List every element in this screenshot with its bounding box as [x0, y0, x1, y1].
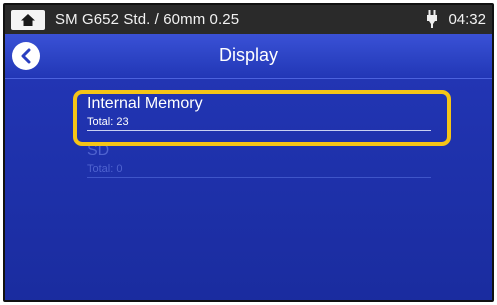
selection-highlight	[73, 90, 451, 146]
home-button[interactable]	[11, 9, 45, 30]
page-title: Display	[218, 45, 279, 65]
content-area: Display Internal Memory Total: 23 SD Tot…	[5, 34, 492, 300]
home-icon	[21, 13, 35, 26]
plug-icon	[427, 10, 437, 28]
item-total: Total: 0	[87, 163, 123, 175]
device-screen: SM G652 Std. / 60mm 0.25 04:32 Display I…	[3, 3, 494, 302]
status-bar: SM G652 Std. / 60mm 0.25 04:32	[5, 5, 492, 34]
clock: 04:32	[448, 11, 486, 28]
title-bar: Display	[5, 34, 492, 79]
divider	[87, 177, 431, 178]
splice-mode-title: SM G652 Std. / 60mm 0.25	[55, 11, 240, 28]
